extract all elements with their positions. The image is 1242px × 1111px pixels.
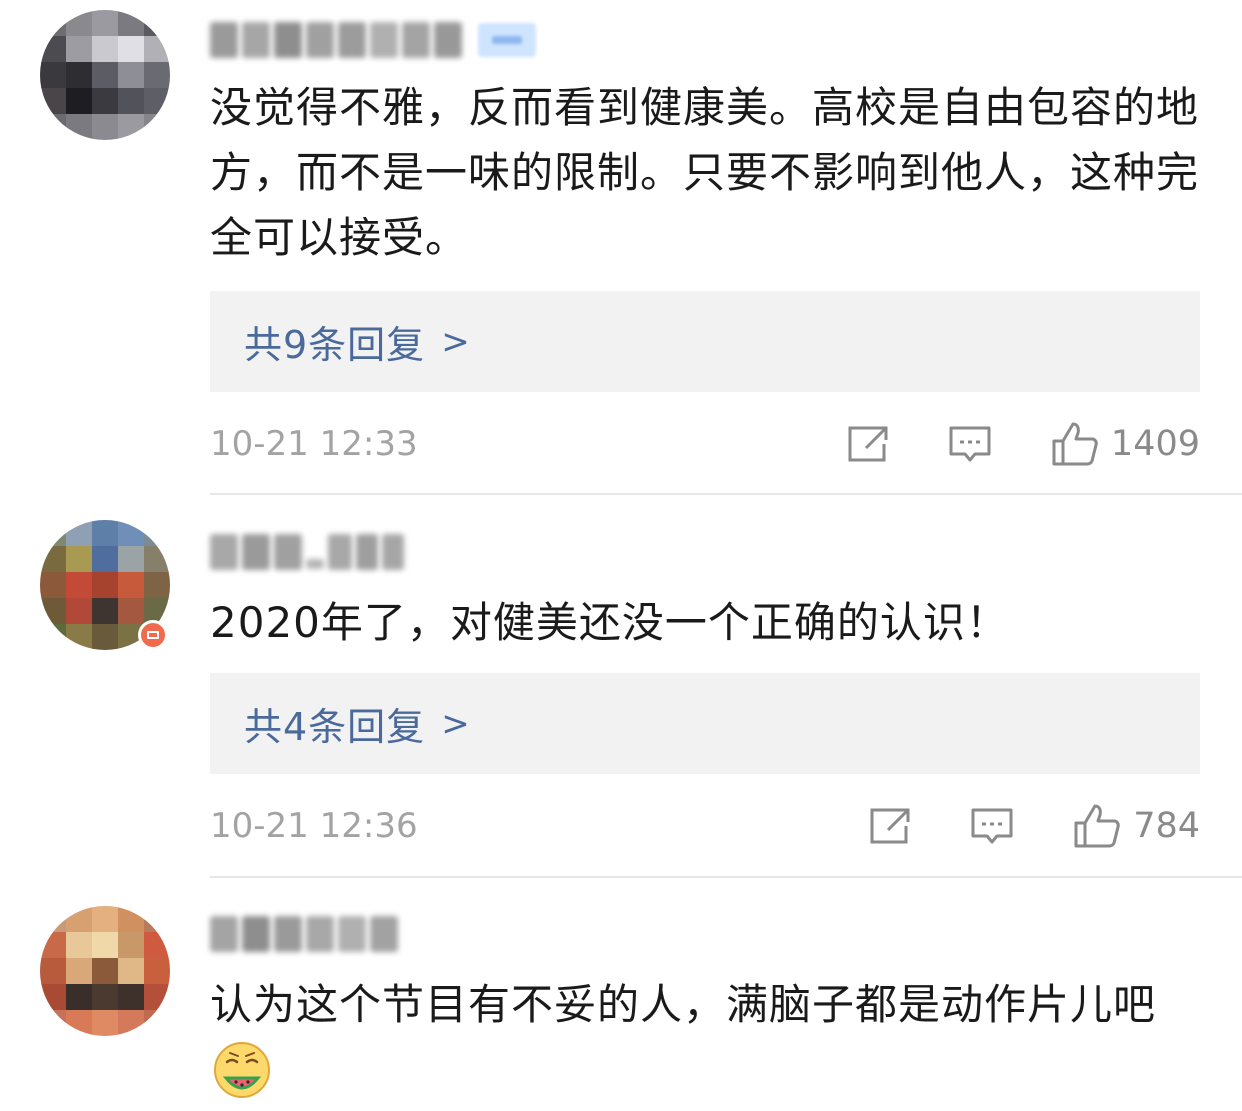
eating-watermelon-emoji-icon xyxy=(214,1042,270,1098)
comment-text: 认为这个节目有不妥的人，满脑子都是动作片儿吧 xyxy=(210,980,1157,1029)
comment-item: 认为这个节目有不妥的人，满脑子都是动作片儿吧 xyxy=(0,0,1242,1111)
avatar[interactable] xyxy=(40,906,170,1036)
username-blurred[interactable] xyxy=(210,912,398,956)
